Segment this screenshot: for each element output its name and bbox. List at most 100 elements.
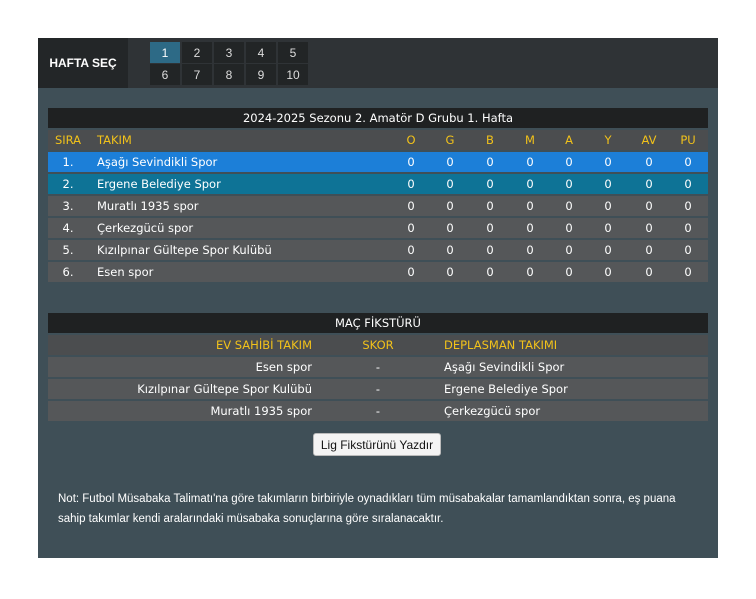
week-button-2[interactable]: 2 bbox=[182, 42, 212, 63]
stat-pu: 0 bbox=[684, 265, 692, 279]
header-o: O bbox=[406, 133, 416, 147]
stat-av: 0 bbox=[645, 199, 653, 213]
stat-pu: 0 bbox=[684, 155, 692, 169]
print-fixture-button[interactable]: Lig Fikstürünü Yazdır bbox=[313, 433, 441, 456]
header-b: B bbox=[486, 133, 494, 147]
fixture-row[interactable]: Kızılpınar Gültepe Spor Kulübü - Ergene … bbox=[48, 379, 708, 399]
stat-g: 0 bbox=[446, 177, 454, 191]
stat-a: 0 bbox=[565, 155, 573, 169]
standings-row[interactable]: 3. Muratlı 1935 spor 0 0 0 0 0 0 0 0 bbox=[48, 196, 708, 216]
standings-panel: HAFTA SEÇ 1 2 3 4 5 6 7 8 9 10 2024-2025… bbox=[38, 38, 718, 558]
stat-y: 0 bbox=[604, 243, 612, 257]
standings-title: 2024-2025 Sezonu 2. Amatör D Grubu 1. Ha… bbox=[48, 108, 708, 128]
stat-y: 0 bbox=[604, 221, 612, 235]
standings-row[interactable]: 6. Esen spor 0 0 0 0 0 0 0 0 bbox=[48, 262, 708, 282]
stat-g: 0 bbox=[446, 221, 454, 235]
stat-a: 0 bbox=[565, 243, 573, 257]
standings-row[interactable]: 1. Aşağı Sevindikli Spor 0 0 0 0 0 0 0 0 bbox=[48, 152, 708, 172]
week-button-10[interactable]: 10 bbox=[278, 64, 308, 85]
standings-row[interactable]: 4. Çerkezgücü spor 0 0 0 0 0 0 0 0 bbox=[48, 218, 708, 238]
rank: 1. bbox=[62, 155, 74, 169]
rank: 5. bbox=[62, 243, 74, 257]
stat-b: 0 bbox=[486, 199, 494, 213]
stat-av: 0 bbox=[645, 243, 653, 257]
home-team: Muratlı 1935 spor bbox=[210, 404, 312, 418]
stat-m: 0 bbox=[526, 155, 534, 169]
stat-y: 0 bbox=[604, 265, 612, 279]
away-team: Ergene Belediye Spor bbox=[444, 382, 568, 396]
stat-a: 0 bbox=[565, 177, 573, 191]
team-name[interactable]: Aşağı Sevindikli Spor bbox=[97, 152, 397, 172]
stat-y: 0 bbox=[604, 177, 612, 191]
stat-pu: 0 bbox=[684, 221, 692, 235]
away-team: Çerkezgücü spor bbox=[444, 404, 541, 418]
stat-av: 0 bbox=[645, 155, 653, 169]
stat-m: 0 bbox=[526, 243, 534, 257]
week-button-1[interactable]: 1 bbox=[150, 42, 180, 63]
team-name[interactable]: Ergene Belediye Spor bbox=[97, 174, 397, 194]
stat-b: 0 bbox=[486, 243, 494, 257]
stat-a: 0 bbox=[565, 199, 573, 213]
header-m: M bbox=[525, 133, 535, 147]
home-team: Esen spor bbox=[255, 360, 312, 374]
stat-pu: 0 bbox=[684, 177, 692, 191]
rank: 3. bbox=[62, 199, 74, 213]
stat-av: 0 bbox=[645, 177, 653, 191]
stat-a: 0 bbox=[565, 265, 573, 279]
week-button-8[interactable]: 8 bbox=[214, 64, 244, 85]
home-team: Kızılpınar Gültepe Spor Kulübü bbox=[137, 382, 312, 396]
header-home-team: EV SAHİBİ TAKIM bbox=[216, 338, 312, 352]
standings-header-row: SIRA TAKIM O G B M A Y AV PU bbox=[48, 130, 708, 150]
away-team: Aşağı Sevindikli Spor bbox=[444, 360, 565, 374]
week-button-6[interactable]: 6 bbox=[150, 64, 180, 85]
stat-o: 0 bbox=[407, 221, 415, 235]
week-button-5[interactable]: 5 bbox=[278, 42, 308, 63]
header-g: G bbox=[445, 133, 455, 147]
stat-av: 0 bbox=[645, 221, 653, 235]
stat-o: 0 bbox=[407, 243, 415, 257]
header-away-team: DEPLASMAN TAKIMI bbox=[444, 338, 558, 352]
week-button-3[interactable]: 3 bbox=[214, 42, 244, 63]
week-select-label: HAFTA SEÇ bbox=[38, 38, 128, 88]
rank: 2. bbox=[62, 177, 74, 191]
fixture-row[interactable]: Muratlı 1935 spor - Çerkezgücü spor bbox=[48, 401, 708, 421]
stat-pu: 0 bbox=[684, 199, 692, 213]
stat-b: 0 bbox=[486, 155, 494, 169]
stat-m: 0 bbox=[526, 199, 534, 213]
stat-y: 0 bbox=[604, 155, 612, 169]
rank: 6. bbox=[62, 265, 74, 279]
standings-row[interactable]: 5. Kızılpınar Gültepe Spor Kulübü 0 0 0 … bbox=[48, 240, 708, 260]
standings-note: Not: Futbol Müsabaka Talimatı'na göre ta… bbox=[58, 493, 676, 525]
stat-g: 0 bbox=[446, 243, 454, 257]
week-button-9[interactable]: 9 bbox=[246, 64, 276, 85]
fixture-row[interactable]: Esen spor - Aşağı Sevindikli Spor bbox=[48, 357, 708, 377]
stat-o: 0 bbox=[407, 155, 415, 169]
week-button-4[interactable]: 4 bbox=[246, 42, 276, 63]
stat-g: 0 bbox=[446, 199, 454, 213]
stat-b: 0 bbox=[486, 221, 494, 235]
week-button-7[interactable]: 7 bbox=[182, 64, 212, 85]
header-score: SKOR bbox=[362, 338, 394, 352]
stat-b: 0 bbox=[486, 177, 494, 191]
header-takim: TAKIM bbox=[97, 133, 132, 147]
stat-o: 0 bbox=[407, 265, 415, 279]
stat-y: 0 bbox=[604, 199, 612, 213]
team-name[interactable]: Esen spor bbox=[97, 262, 397, 282]
team-name[interactable]: Çerkezgücü spor bbox=[97, 218, 397, 238]
standings-row[interactable]: 2. Ergene Belediye Spor 0 0 0 0 0 0 0 0 bbox=[48, 174, 708, 194]
match-score: - bbox=[375, 382, 381, 396]
stat-o: 0 bbox=[407, 199, 415, 213]
week-selector-bar: HAFTA SEÇ 1 2 3 4 5 6 7 8 9 10 bbox=[38, 38, 718, 88]
header-a: A bbox=[565, 133, 573, 147]
stat-m: 0 bbox=[526, 221, 534, 235]
match-score: - bbox=[375, 360, 381, 374]
team-name[interactable]: Muratlı 1935 spor bbox=[97, 196, 397, 216]
header-pu: PU bbox=[680, 133, 696, 147]
stat-g: 0 bbox=[446, 155, 454, 169]
fixture-title: MAÇ FİKSTÜRÜ bbox=[48, 313, 708, 333]
team-name[interactable]: Kızılpınar Gültepe Spor Kulübü bbox=[97, 240, 397, 260]
header-sira: SIRA bbox=[54, 133, 82, 147]
stat-av: 0 bbox=[645, 265, 653, 279]
fixture-header-row: EV SAHİBİ TAKIM SKOR DEPLASMAN TAKIMI bbox=[48, 335, 708, 355]
match-score: - bbox=[375, 404, 381, 418]
